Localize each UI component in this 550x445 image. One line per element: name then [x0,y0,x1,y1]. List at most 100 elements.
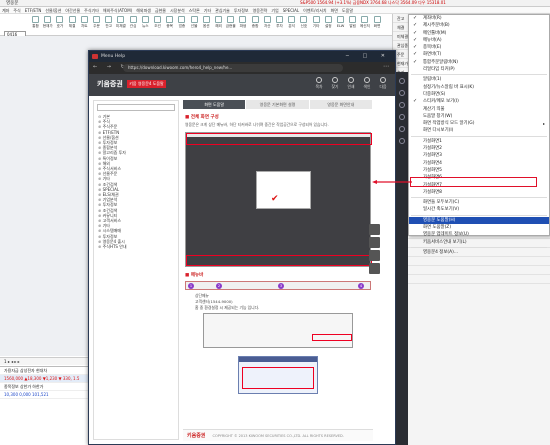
toolbar-button[interactable]: 옵션 [201,16,212,34]
context-menu-item[interactable]: 영웅문 도움말(H) [409,216,549,225]
toolbar-button[interactable]: 기타 [311,16,322,34]
context-menu-item[interactable]: 화면들 모두보기(C) [409,199,549,206]
context-menu-item[interactable]: ✓ 종목바(E) [409,44,549,51]
url-field[interactable]: https://download.kiwoom.com/hero4_help_n… [123,64,343,72]
toolbar-button[interactable]: 신호 [298,16,309,34]
side-icon[interactable] [399,90,405,96]
context-menu-item[interactable]: 가설화면8 [409,189,549,196]
context-menu-item[interactable]: ✓ 스티커/메모 보기(I) [409,98,549,105]
context-menu-item[interactable]: 알림바(1) [409,76,549,83]
context-menu-item[interactable]: ✓ 메뉴바(A) [409,37,549,44]
help-header-button[interactable]: 찾기 [327,77,343,90]
context-menu-item[interactable]: 가설화면1 [409,138,549,145]
context-menu-item[interactable]: 가설화면3 [409,152,549,159]
toolbar-icon [141,16,149,23]
toolbar-button[interactable]: 메신저 [359,16,370,34]
toolbar-button[interactable]: 현재가 [42,16,53,34]
right-panel-row[interactable]: 도움말 [393,275,550,284]
context-menu-label: 계산기 띄울 [423,106,445,112]
toolbar-button[interactable]: 금현물 [225,16,236,34]
toolbar-button[interactable]: 종합 [250,16,261,34]
help-tab[interactable]: 화면 도움말 [183,100,247,109]
toolbar-button-label: 조건 [154,24,161,28]
context-menu-item[interactable]: 가설화면4 [409,160,549,167]
side-icon[interactable] [399,78,405,84]
toolbar-button[interactable]: 파생 [237,16,248,34]
toolbar-button[interactable]: 뉴스 [140,16,151,34]
sidebar-search-input[interactable] [97,104,175,111]
toolbar-button[interactable]: 종목 [164,16,175,34]
side-icon[interactable] [399,126,405,132]
toolbar-button[interactable]: 주문 [91,16,102,34]
copy-icon[interactable] [369,237,380,248]
help-header-button[interactable]: 색인 [359,77,375,90]
context-menu-item[interactable]: 다중화면(S) [409,91,549,98]
toolbar-button[interactable]: 자산 [262,16,273,34]
toolbar-button[interactable]: 알림 [347,16,358,34]
toolbar-button[interactable]: 분석 [286,16,297,34]
toolbar-button[interactable]: 호가 [54,16,65,34]
help-tab[interactable]: 영웅문 기본화면 설명 [246,100,310,109]
context-menu-item[interactable]: 영웅문 업데이트 정보(U) [409,231,549,238]
toolbar-button[interactable]: 통합 [30,16,41,34]
side-icon[interactable] [399,138,405,144]
toolbar-button[interactable]: 선물 [189,16,200,34]
context-menu-item[interactable]: ✓ 메인툴바(M) [409,30,549,37]
toolbar-button[interactable]: 잔고 [103,16,114,34]
context-menu-item[interactable]: 화면 작업방식 모드 알기(G) ▸ [409,120,549,127]
context-menu-item[interactable]: 계산기 띄울 [409,106,549,113]
toolbar-icon [32,16,39,23]
toolbar-icon [337,16,344,23]
toolbar-button[interactable]: 설정 [323,16,334,34]
annotation-box-dialog [242,367,314,389]
toolbar-button[interactable]: 조건 [152,16,163,34]
context-menu-item[interactable]: 화면 도움말(Z) [409,224,549,231]
toolbar-button[interactable]: 차트 [79,16,90,34]
save-icon[interactable] [369,263,380,274]
help-header-button[interactable]: 다음 [375,77,391,90]
right-panel-row[interactable]: 메뉴 [393,257,550,266]
app-toolbar: 0416 통합 현재가 호가 체결 차트 주문 잔고 미체결 관심 뉴스 조건 종목 업종 선물 옵션 해외 금… [0,14,392,37]
help-header-button[interactable]: 목차 [311,77,327,90]
context-menu-item[interactable]: 키움서비스안내 보기(L) [409,239,549,246]
toolbar-button[interactable]: 체결 [67,16,78,34]
context-menu-item[interactable]: 영웅문4 정보(A)... [409,249,549,256]
context-menu-item[interactable]: 가설화면5 [409,167,549,174]
toolbar-button[interactable]: ELW [335,16,346,34]
context-menu-label: 알림바(1) [423,77,442,83]
context-menu-item[interactable]: 리얼타임 티커(P) [409,66,549,73]
context-menu-item[interactable]: ✓ 통합주문알림바(N) [409,59,549,66]
toolbar-button[interactable]: 투자 [274,16,285,34]
toolbar-button[interactable]: 화면 [372,16,383,34]
toolbar-icon [324,16,332,23]
toolbar-button[interactable]: 미체결 [115,16,126,34]
side-icon[interactable] [399,102,405,108]
toolbar-button[interactable]: 관심 [128,16,139,34]
context-menu-item[interactable]: 가설화면2 [409,145,549,152]
context-menu-item[interactable]: ✓ 계좌바(R) [409,15,549,22]
context-menu-item[interactable]: 도움말 창기(W) [409,113,549,120]
side-icon[interactable] [399,114,405,120]
menu-item[interactable]: ETF/ETN [23,7,44,14]
share-icon[interactable] [369,250,380,261]
toolbar-button[interactable]: 업종 [176,16,187,34]
context-menu-item[interactable]: 일시간 축도보기(V) [409,206,549,213]
help-tab[interactable]: 영웅문 화면안내 [309,100,373,109]
context-menu-item[interactable]: ✓ 화면바(T) [409,51,549,58]
help-header-button[interactable]: 인쇄 [343,77,359,90]
menu-item[interactable]: SPECIAL [281,7,301,14]
context-menu-item[interactable]: 설정기/뉴스알림 바 표시(K) [409,84,549,91]
toolbar-button-label: 주문 [93,24,100,28]
more-icon[interactable]: ⋯ [383,63,389,70]
context-menu-label: 화면들 모두보기(C) [423,200,460,206]
context-menu-item[interactable]: 화면 다시보기(I) [409,127,549,134]
context-menu-item[interactable]: ✓ 제시주문바(B) [409,22,549,29]
toolbar-icon [300,16,308,23]
menu-separator [411,74,547,76]
toolbar-button[interactable]: 해외 [213,16,224,34]
context-menu-label: 스티커/메모 보기(I) [423,99,459,105]
print-icon[interactable] [369,224,380,235]
window-controls[interactable]: ─ □ ✕ [346,51,391,62]
tree-item[interactable]: 주식HTS 안내 [94,244,178,249]
right-panel-row[interactable]: 검색 [393,266,550,275]
